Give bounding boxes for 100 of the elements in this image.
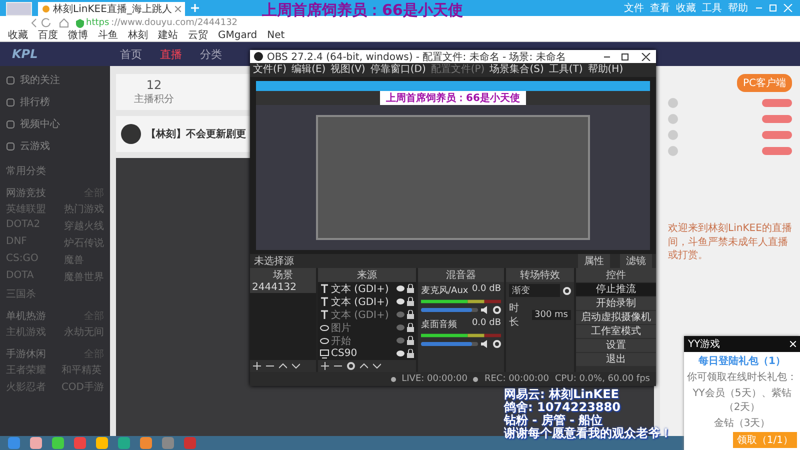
avatar-circle xyxy=(668,98,678,108)
dock-title: 转场特效 xyxy=(506,268,574,282)
page-thumbnail xyxy=(6,2,32,16)
close-icon xyxy=(174,6,181,12)
source-item[interactable]: 文本 (GDI+) xyxy=(318,295,416,308)
nav-link[interactable]: 直播 xyxy=(160,46,182,62)
menu-item[interactable]: 视图(V) xyxy=(330,63,366,77)
app-icon xyxy=(96,437,108,449)
menu-item[interactable]: 工具 xyxy=(702,2,722,16)
secure-shield-icon xyxy=(76,18,84,28)
control-button[interactable]: 退出 xyxy=(576,353,656,366)
menu-item[interactable]: 帮助(H) xyxy=(588,63,624,77)
bookmark-link[interactable]: 云贸 xyxy=(188,30,208,41)
banner-text: 上周首席饲养员：66是小天使 xyxy=(380,91,526,105)
bookmark-link[interactable]: GMgard xyxy=(218,30,258,41)
bookmark-link[interactable]: Net xyxy=(267,30,285,41)
toolbar-button[interactable]: 属性 xyxy=(578,254,610,268)
dock-title: 场景 xyxy=(250,268,316,282)
avatar-circle xyxy=(668,114,678,124)
tab-title: 林刻LinKEE直播_海上跳人 xyxy=(53,2,172,16)
avatar-circle xyxy=(668,130,678,140)
app-icon xyxy=(140,437,152,449)
status-text: REC: 00:00:00 xyxy=(484,374,550,384)
source-item[interactable]: 文本 (GDI+) xyxy=(318,282,416,295)
bookmark-link[interactable]: 收藏 xyxy=(8,30,28,41)
menu-item[interactable]: 文件(F) xyxy=(253,63,287,77)
nav-link[interactable]: 首页 xyxy=(120,46,142,62)
badge xyxy=(762,115,792,123)
text-icon xyxy=(320,310,329,320)
badge xyxy=(762,131,792,139)
control-button[interactable]: 工作室模式 xyxy=(576,325,656,338)
menu-item[interactable]: 帮助 xyxy=(728,2,748,16)
settings-icon xyxy=(347,362,355,370)
add-icon xyxy=(321,362,329,370)
source-item[interactable]: CS90 xyxy=(318,347,416,360)
avatar-circle xyxy=(121,124,141,144)
popup-title: YY游戏 xyxy=(688,338,720,351)
toolbar-button[interactable]: 滤镜 xyxy=(620,254,652,268)
dock-title: 来源 xyxy=(318,268,416,282)
obs-logo-icon xyxy=(254,52,263,61)
popup-text: 金钻（3天） xyxy=(712,417,772,430)
app-icon xyxy=(8,437,20,449)
menu-item[interactable]: 场景集合(S) xyxy=(490,63,544,77)
duration-label: 时长 xyxy=(509,302,520,329)
menu-item[interactable]: 停靠窗口(D) xyxy=(370,63,426,77)
section-title: 手游休闲 xyxy=(6,348,46,361)
menu-item[interactable]: 工具(T) xyxy=(548,63,583,77)
control-button[interactable]: 启动虚拟摄像机 xyxy=(576,311,656,324)
scene-item[interactable]: 2444132 xyxy=(250,282,316,293)
badge xyxy=(762,147,792,155)
speaker-icon xyxy=(481,306,490,314)
bookmark-link[interactable]: 斗鱼 xyxy=(98,30,118,41)
channel-name: 桌面音频 xyxy=(421,318,457,331)
app-icon xyxy=(162,437,174,449)
stat-value: 12 xyxy=(145,78,163,92)
down-icon xyxy=(373,362,381,370)
down-icon xyxy=(292,362,300,370)
duration-field[interactable]: 300 ms xyxy=(532,310,571,320)
sidebar-item[interactable]: 我的关注 xyxy=(6,70,104,90)
banner-text: 上周首席饲养员：66是小天使 xyxy=(262,1,463,19)
sidebar-label: 云游戏 xyxy=(20,140,50,153)
browser-tab[interactable]: 林刻LinKEE直播_海上跳人 xyxy=(38,2,185,16)
status-text: LIVE: 00:00:00 xyxy=(402,374,468,384)
menu-item[interactable]: 文件 xyxy=(624,2,644,16)
window-controls-icon xyxy=(754,4,794,12)
section-title: 常用分类 xyxy=(6,164,46,178)
notice-text: 欢迎来到林刻LinKEE的直播间，斗鱼严禁未成年人直播或打赏。 xyxy=(668,222,792,262)
overlay-caption: 网易云: 林刻LinKEE xyxy=(504,388,619,401)
sidebar-item[interactable]: 视频中心 xyxy=(6,114,104,134)
up-icon xyxy=(279,362,287,370)
control-button[interactable]: 设置 xyxy=(576,339,656,352)
transition-dropdown[interactable]: 渐变 xyxy=(509,284,560,297)
window-title: OBS 27.2.4 (64-bit, windows) - 配置文件: 未命名 - 场景: 未命名 xyxy=(267,50,567,64)
control-button[interactable]: 开始录制 xyxy=(576,297,656,310)
app-icon xyxy=(52,437,64,449)
control-button[interactable]: 停止推流 xyxy=(576,283,656,296)
level-reading: 0.0 dB xyxy=(472,318,501,330)
outline-icon xyxy=(6,98,15,106)
client-button[interactable]: PC客户端 xyxy=(736,74,792,92)
stat-label: 主播积分 xyxy=(134,92,174,106)
source-item[interactable]: 文本 (GDI+) xyxy=(318,308,416,321)
menu-item[interactable]: 收藏 xyxy=(676,2,696,16)
nav-link[interactable]: 分类 xyxy=(200,46,222,62)
url-field[interactable]: https ://www.douyu.com/2444132 xyxy=(76,18,238,28)
source-item[interactable]: 开始 xyxy=(318,334,416,347)
menu-item[interactable]: 查看 xyxy=(650,2,670,16)
bookmark-link[interactable]: 微博 xyxy=(68,30,88,41)
menu-item[interactable]: 编辑(E) xyxy=(292,63,326,77)
overlay-caption: 钻粉 - 房管 - 船位 xyxy=(504,414,603,427)
avatar-circle xyxy=(668,146,678,156)
selection-label: 未选择源 xyxy=(254,254,295,268)
bookmark-link[interactable]: 建站 xyxy=(158,30,178,41)
sidebar-item[interactable]: 云游戏 xyxy=(6,136,104,156)
bookmark-link[interactable]: 林刻 xyxy=(128,30,148,41)
source-item[interactable]: 图片 xyxy=(318,321,416,334)
up-icon xyxy=(360,362,368,370)
overlay-caption: 鸽舍: 1074223880 xyxy=(504,401,620,414)
bookmark-link[interactable]: 百度 xyxy=(38,30,58,41)
channel-name: 麦克风/Aux xyxy=(421,284,468,297)
sidebar-item[interactable]: 排行榜 xyxy=(6,92,104,112)
